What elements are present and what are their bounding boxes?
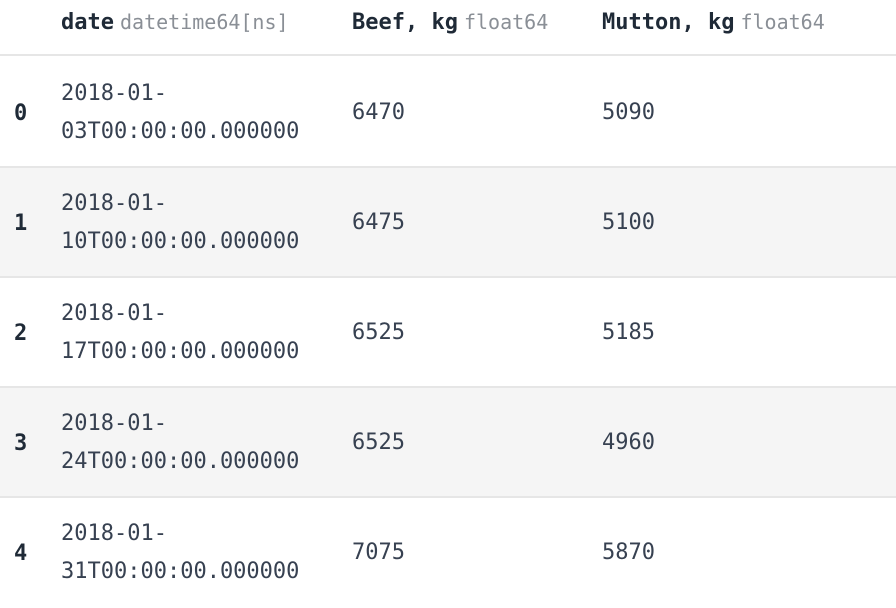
mutton-cell: 5090: [602, 100, 655, 125]
beef-cell: 6470: [352, 100, 405, 125]
column-dtype: float64: [740, 10, 825, 34]
beef-cell: 6475: [352, 210, 405, 235]
date-line: 2018-01-: [61, 411, 167, 436]
date-line: 2018-01-: [61, 191, 167, 216]
row-index: 1: [14, 211, 28, 236]
column-header-beef[interactable]: Beef, kg float64: [352, 6, 548, 39]
column-header-date[interactable]: date datetime64[ns]: [61, 6, 289, 39]
date-line: 2018-01-: [61, 521, 167, 546]
row-index: 2: [14, 321, 28, 346]
column-name: Mutton, kg: [602, 10, 735, 35]
table-row[interactable]: 2 2018-01- 17T00:00:00.000000 6525 5185: [0, 278, 896, 388]
date-cell: 2018-01- 24T00:00:00.000000: [61, 405, 331, 481]
row-index: 0: [14, 101, 28, 126]
date-line: 10T00:00:00.000000: [61, 229, 300, 254]
data-table: date datetime64[ns] Beef, kg float64 Mutto…: [0, 0, 896, 590]
beef-cell: 6525: [352, 320, 405, 345]
row-index: 4: [14, 541, 28, 566]
date-line: 17T00:00:00.000000: [61, 339, 300, 364]
beef-cell: 7075: [352, 540, 405, 565]
column-dtype: float64: [463, 10, 549, 34]
column-dtype: datetime64[ns]: [119, 10, 289, 34]
date-cell: 2018-01- 03T00:00:00.000000: [61, 75, 331, 151]
table-row[interactable]: 4 2018-01- 31T00:00:00.000000 7075 5870: [0, 498, 896, 608]
column-name: Beef, kg: [352, 10, 458, 35]
date-cell: 2018-01- 10T00:00:00.000000: [61, 185, 331, 261]
row-index: 3: [14, 431, 28, 456]
mutton-cell: 5100: [602, 210, 655, 235]
column-header-mutton[interactable]: Mutton, kg float64: [602, 6, 825, 39]
date-line: 31T00:00:00.000000: [61, 559, 300, 584]
column-name: date: [61, 10, 114, 35]
date-line: 2018-01-: [61, 301, 167, 326]
mutton-cell: 5185: [602, 320, 655, 345]
date-cell: 2018-01- 31T00:00:00.000000: [61, 515, 331, 591]
mutton-cell: 4960: [602, 430, 655, 455]
table-header: date datetime64[ns] Beef, kg float64 Mutto…: [0, 0, 896, 56]
mutton-cell: 5870: [602, 540, 655, 565]
table-row[interactable]: 0 2018-01- 03T00:00:00.000000 6470 5090: [0, 58, 896, 168]
date-line: 2018-01-: [61, 81, 167, 106]
table-row[interactable]: 1 2018-01- 10T00:00:00.000000 6475 5100: [0, 168, 896, 278]
date-line: 03T00:00:00.000000: [61, 119, 300, 144]
date-cell: 2018-01- 17T00:00:00.000000: [61, 295, 331, 371]
date-line: 24T00:00:00.000000: [61, 449, 300, 474]
table-row[interactable]: 3 2018-01- 24T00:00:00.000000 6525 4960: [0, 388, 896, 498]
beef-cell: 6525: [352, 430, 405, 455]
